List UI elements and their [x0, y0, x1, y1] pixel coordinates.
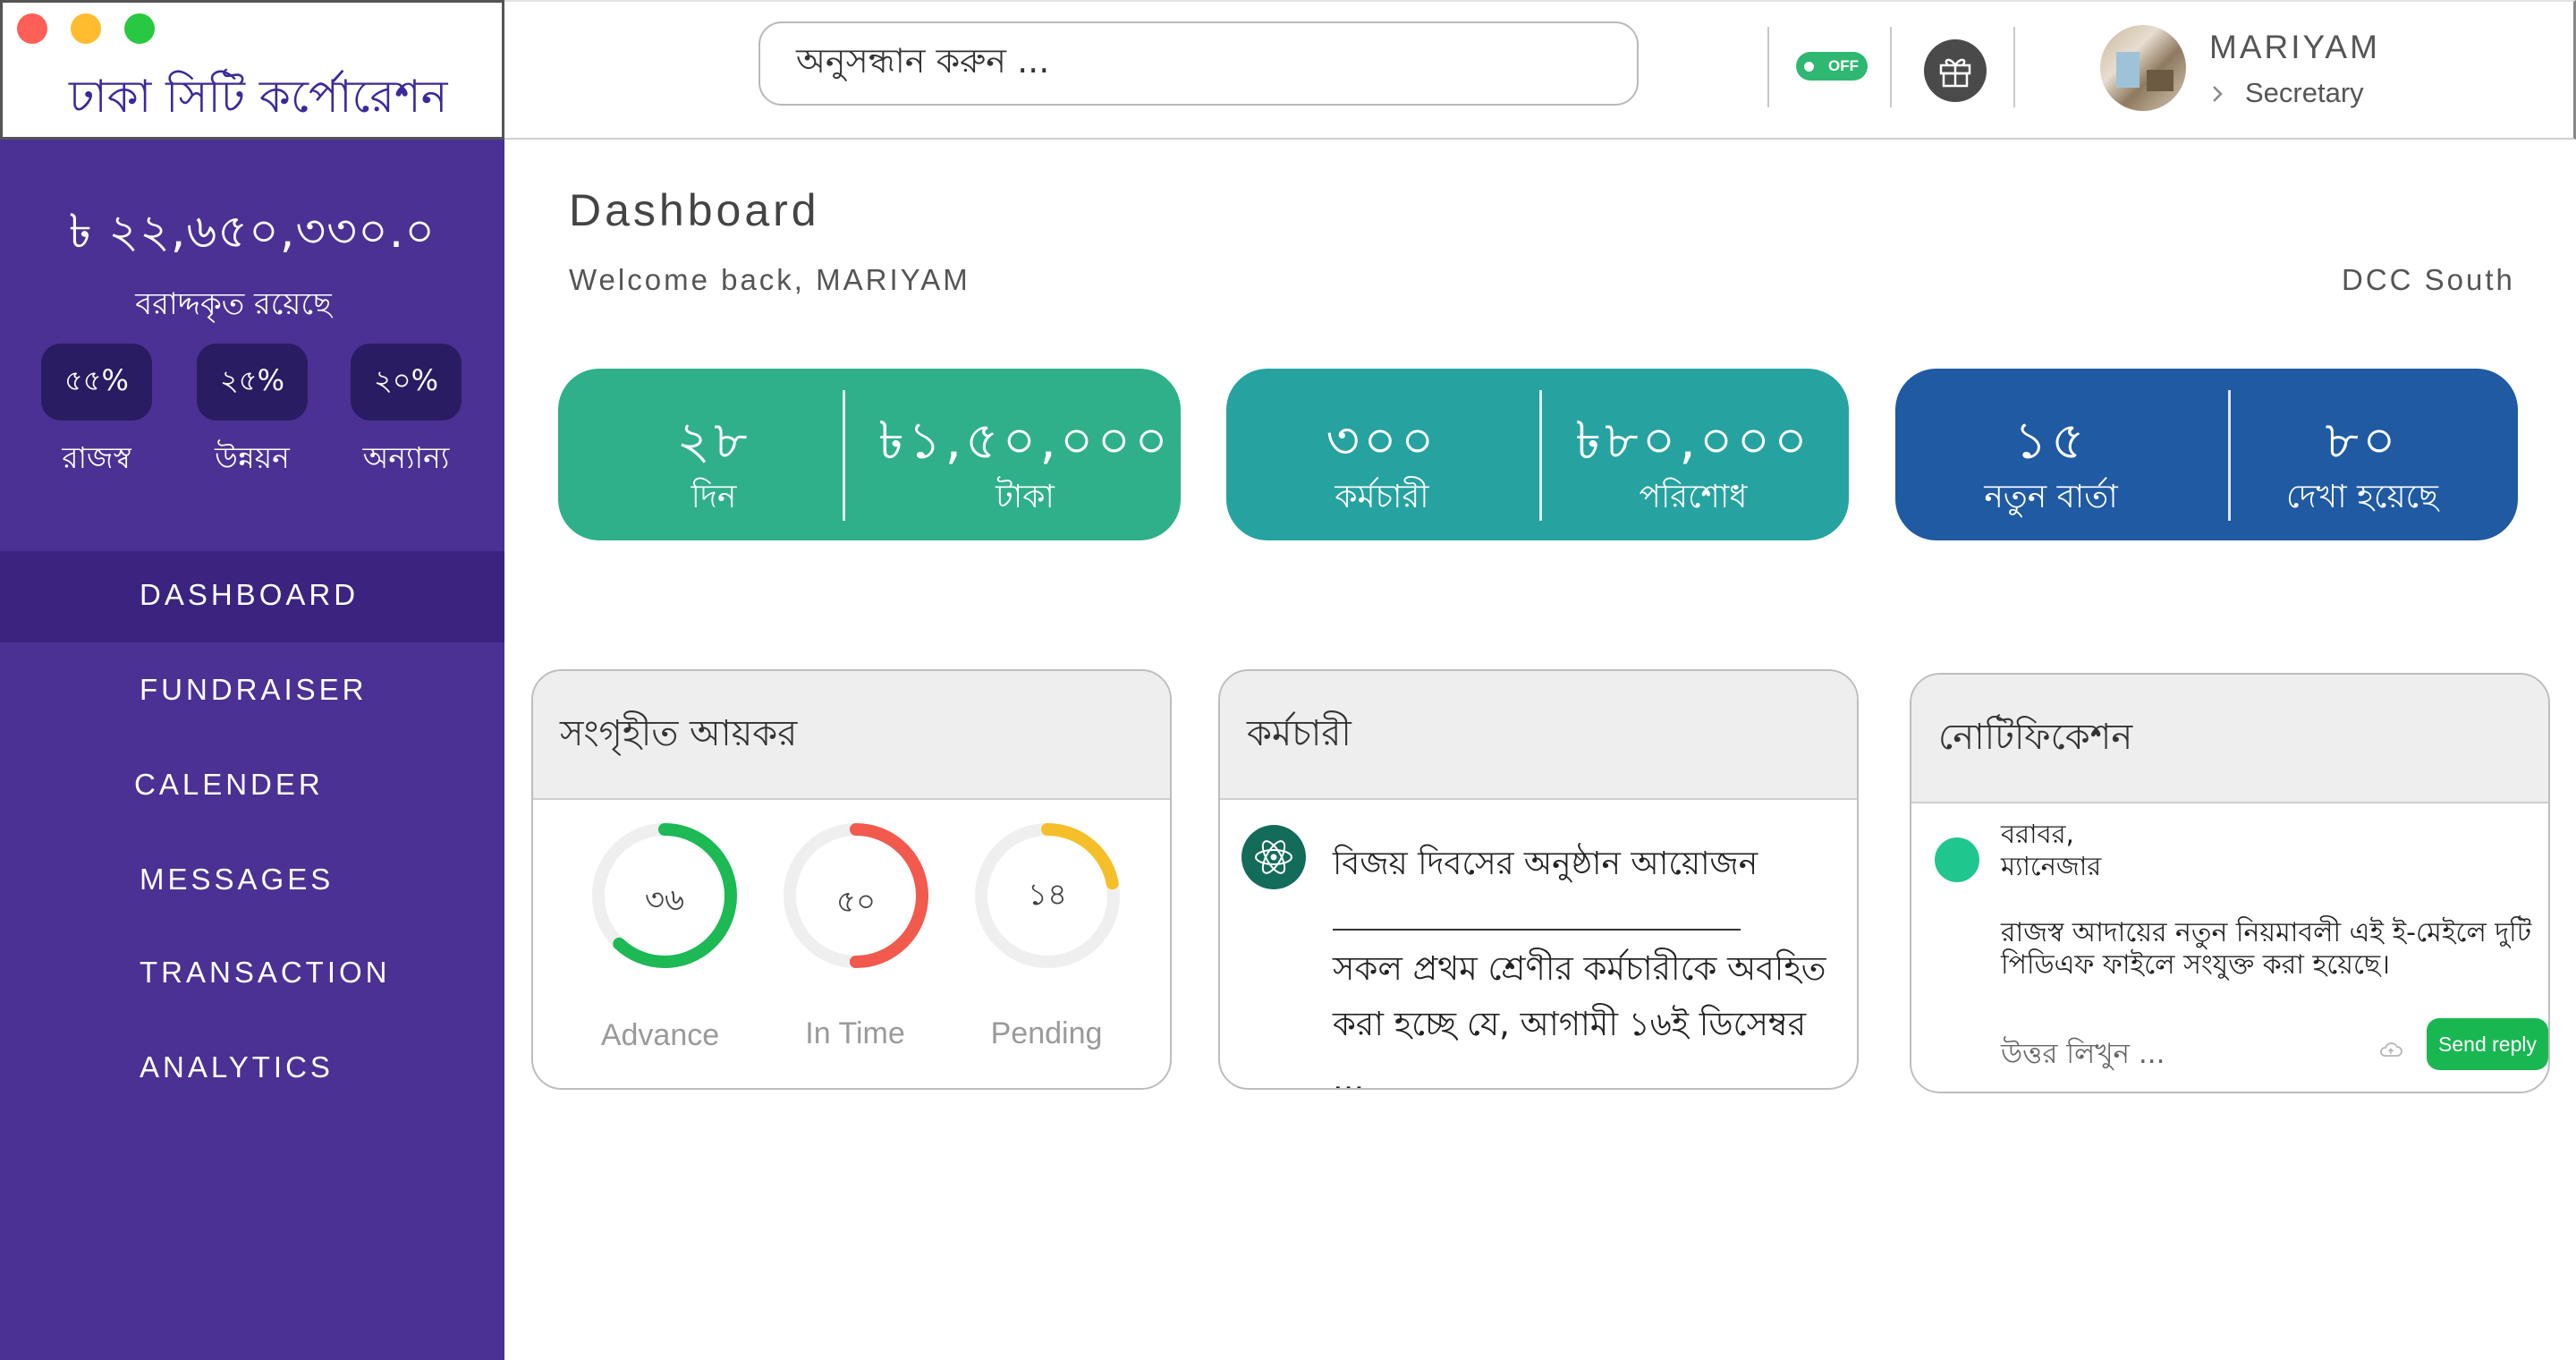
allocation-development-badge: ২৫%: [197, 344, 308, 421]
sidebar-item-messages[interactable]: MESSAGES: [140, 863, 334, 897]
stat-label: টাকা: [996, 479, 1055, 515]
search-input[interactable]: অনুসন্ধান করুন ...: [758, 21, 1639, 106]
user-name: MARIYAM: [2209, 29, 2380, 65]
sidebar-item-fundraiser[interactable]: FUNDRAISER: [140, 673, 368, 707]
stat-divider: [843, 390, 845, 521]
gauge-label: In Time: [805, 1016, 905, 1050]
top-header: অনুসন্ধান করুন ... OFF MARIYAM Secretary: [504, 0, 2576, 140]
welcome-message: Welcome back, MARIYAM: [569, 263, 970, 296]
window-close-button[interactable]: [17, 13, 47, 44]
panel-title: কর্মচারী: [1220, 671, 1857, 800]
chevron-right-icon[interactable]: [2207, 84, 2227, 104]
header-divider: [2013, 27, 2015, 107]
stat-card-staff[interactable]: ৩০০ কর্মচারী ৳৮০,০০০ পরিশোধ: [1226, 369, 1849, 540]
allocation-development-label: উন্নয়ন: [215, 440, 290, 475]
send-reply-button[interactable]: Send reply: [2427, 1018, 2548, 1070]
avatar-photo-window: [2116, 52, 2140, 88]
stat-label: কর্মচারী: [1335, 479, 1429, 515]
divider: [1333, 929, 1741, 931]
window-maximize-button[interactable]: [124, 13, 155, 44]
staff-notice-line: করা হচ্ছে যে, আগামী ১৬ই ডিসেম্বর ...: [1333, 1005, 1807, 1090]
page-title: Dashboard: [569, 185, 820, 235]
allocation-other-label: অন্যান্য: [362, 440, 450, 475]
stat-label: দিন: [691, 479, 737, 515]
panel-title: সংগৃহীত আয়কর: [533, 671, 1170, 800]
gauge-value: ১৪: [1027, 877, 1068, 913]
notif-message-line: পিডিএফ ফাইলে সংযুক্ত করা হয়েছে।: [2001, 949, 2390, 981]
stat-divider: [2228, 390, 2231, 521]
gauge-value: ৩৬: [644, 882, 685, 918]
reply-bar: উত্তর লিখুন ... Send reply: [1911, 1007, 2548, 1092]
region-label: DCC South: [2342, 263, 2515, 296]
budget-caption: বরাদ্দকৃত রয়েছে: [135, 286, 332, 322]
staff-notice-line: সকল প্রথম শ্রেণীর কর্মচারীকে অবহিত: [1333, 949, 1826, 988]
gauge-label: Advance: [600, 1018, 720, 1052]
avatar-photo-shelf: [2147, 70, 2174, 91]
stat-label: দেখা হয়েছে: [2286, 479, 2438, 515]
sidebar-item-dashboard[interactable]: DASHBOARD: [140, 578, 359, 612]
notif-recipient-line: ম্যানেজার: [2001, 851, 2102, 881]
user-role: Secretary: [2245, 77, 2364, 108]
header-divider: [1890, 27, 1892, 107]
gift-icon-glyph: [1939, 58, 1971, 88]
unread-indicator: [1935, 837, 1979, 882]
stat-divider: [1539, 390, 1542, 521]
stat-card-messages[interactable]: ১৫ নতুন বার্তা ৮০ দেখা হয়েছে: [1895, 369, 2518, 540]
sidebar: ৳ ২২,৬৫০,৩৩০.০ বরাদ্দকৃত রয়েছে ৫৫% ২৫% …: [0, 140, 504, 1360]
gauge-value: ৫০: [835, 884, 877, 920]
avatar[interactable]: [2100, 25, 2186, 111]
cloud-upload-icon[interactable]: [2378, 1040, 2403, 1059]
tax-collected-panel: সংগৃহীত আয়কর ৩৬ Advance ৫০ In Time ১৪ P…: [531, 669, 1172, 1090]
sidebar-item-analytics[interactable]: ANALYTICS: [140, 1050, 334, 1084]
toggle-knob: [1804, 62, 1814, 72]
stat-label: নতুন বার্তা: [1984, 479, 2118, 515]
sidebar-item-transaction[interactable]: TRANSACTION: [140, 956, 391, 990]
status-toggle[interactable]: OFF: [1796, 52, 1868, 81]
sidebar-item-calender[interactable]: CALENDER: [134, 768, 324, 802]
reply-input[interactable]: উত্তর লিখুন ...: [2001, 1033, 2165, 1079]
app-title: ঢাকা সিটি কর্পোরেশন: [69, 71, 448, 123]
allocation-other-badge: ২০%: [351, 344, 462, 421]
notification-panel: নোটিফিকেশন বরাবর, ম্যানেজার রাজস্ব আদায়…: [1910, 673, 2550, 1093]
header-divider: [1767, 27, 1769, 107]
staff-notice-body: সকল প্রথম শ্রেণীর কর্মচারীকে অবহিত করা হ…: [1333, 941, 1834, 1090]
atom-icon-glyph: [1255, 840, 1292, 874]
gauge-label: Pending: [990, 1016, 1103, 1050]
atom-icon: [1241, 825, 1306, 889]
budget-balance: ৳ ২২,৬৫০,৩৩০.০: [68, 205, 436, 259]
app-logo-box: ঢাকা সিটি কর্পোরেশন: [0, 0, 504, 140]
stat-label: পরিশোধ: [1639, 479, 1748, 515]
allocation-revenue-badge: ৫৫%: [41, 344, 152, 421]
window-minimize-button[interactable]: [71, 13, 101, 44]
panel-title: নোটিফিকেশন: [1911, 675, 2548, 803]
allocation-revenue-label: রাজস্ব: [62, 440, 131, 475]
staff-notice-title[interactable]: বিজয় দিবসের অনুষ্ঠান আয়োজন: [1333, 839, 1758, 893]
stat-card-collection[interactable]: ২৮ দিন ৳১,৫০,০০০ টাকা: [558, 369, 1181, 540]
gift-icon[interactable]: [1924, 39, 1987, 102]
staff-panel: কর্মচারী বিজয় দিবসের অনুষ্ঠান আয়োজন সক…: [1218, 669, 1859, 1090]
toggle-label: OFF: [1828, 57, 1859, 74]
